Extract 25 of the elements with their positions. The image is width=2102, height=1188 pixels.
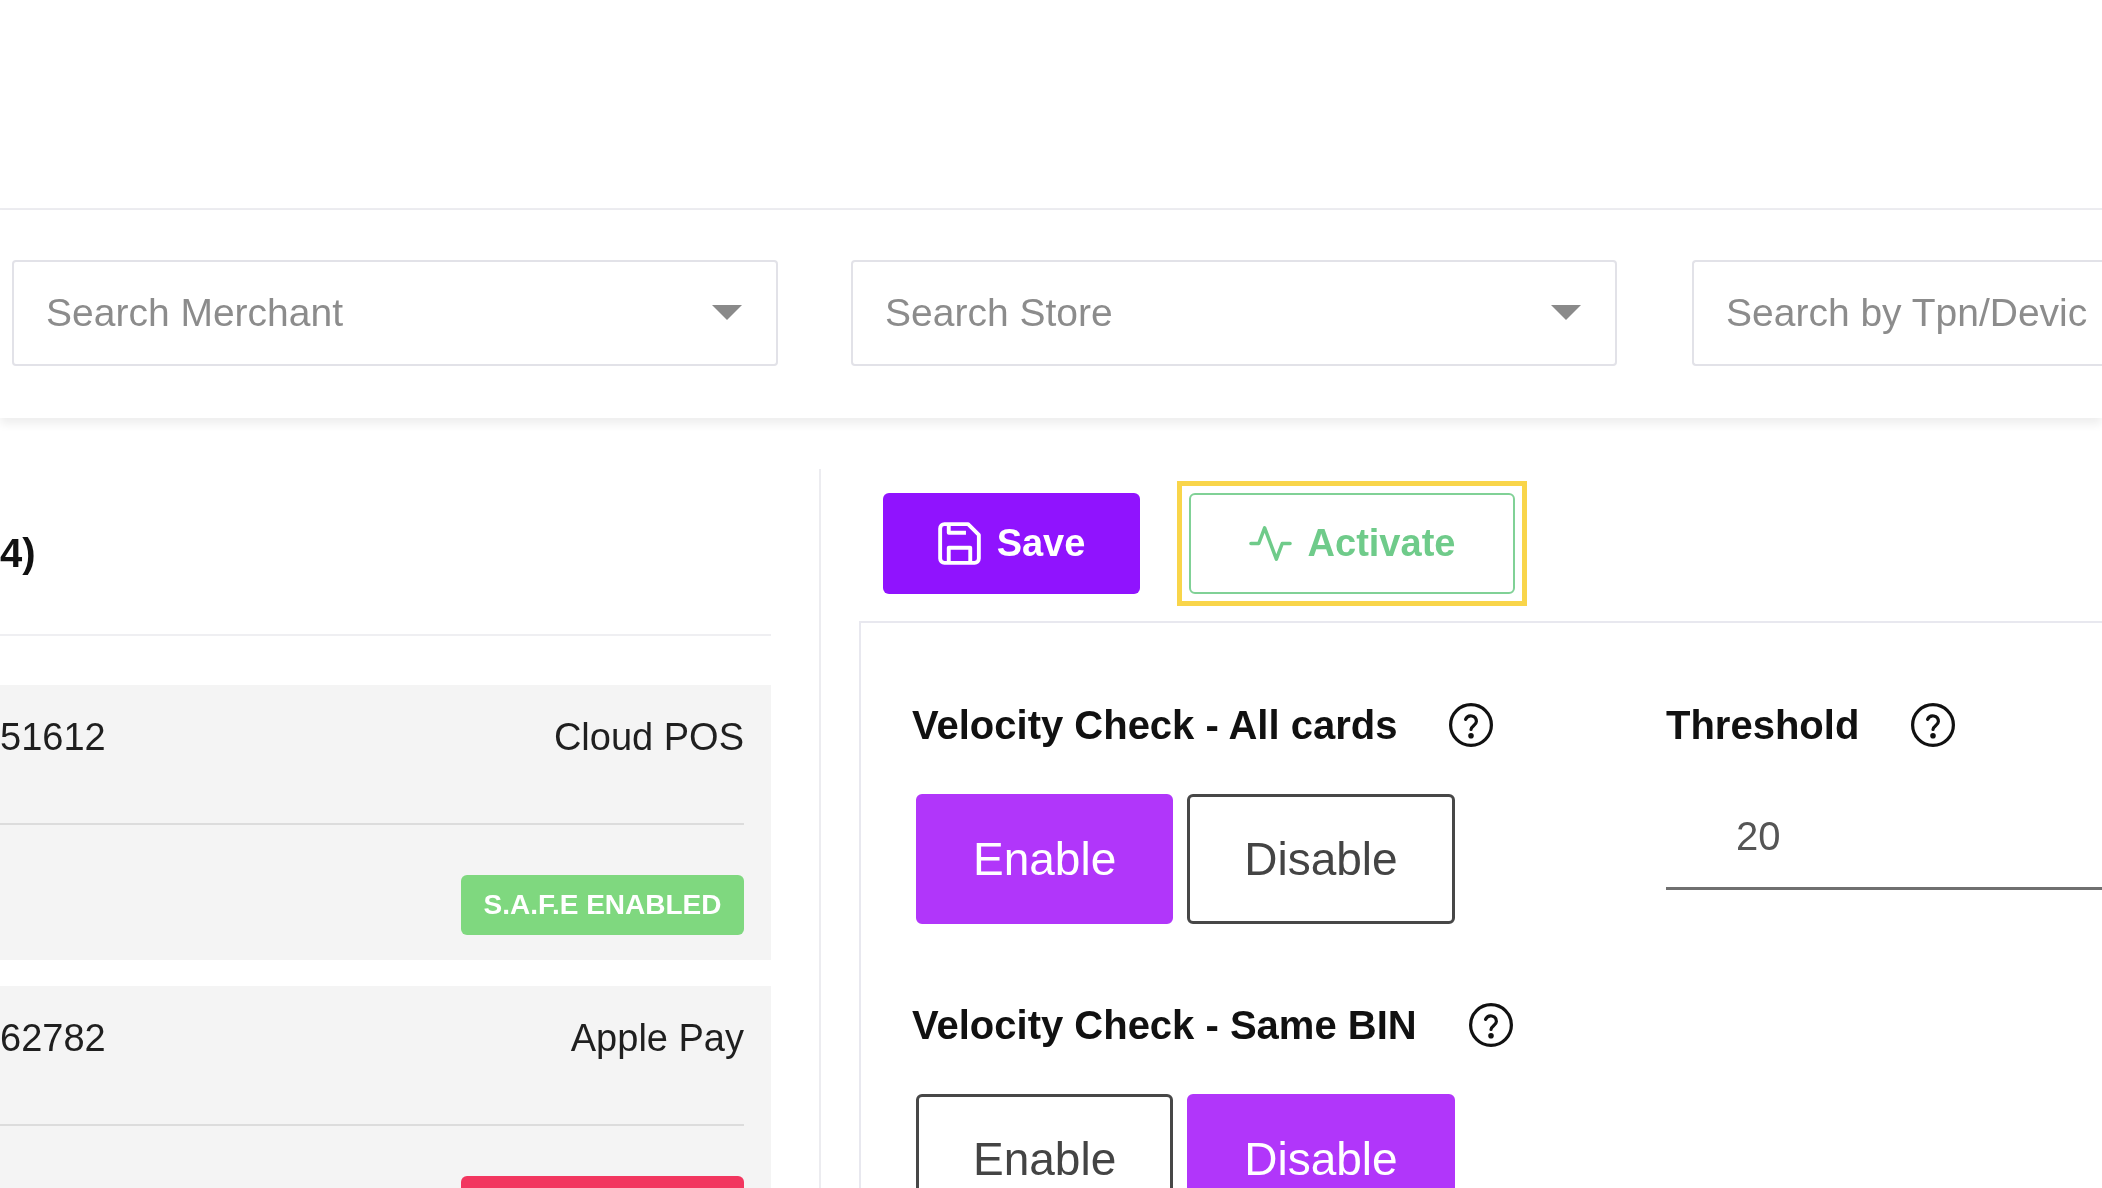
help-icon[interactable] xyxy=(1468,1003,1513,1047)
device-id: 51612 xyxy=(0,715,106,759)
threshold-label: Threshold xyxy=(1666,703,1860,747)
device-id: 62782 xyxy=(0,1016,106,1060)
device-type: Apple Pay xyxy=(570,1016,744,1060)
setting-label: Velocity Check - Same BIN xyxy=(912,1003,1417,1047)
toggle-option-button[interactable]: Disable xyxy=(1187,1094,1455,1188)
caret-icon xyxy=(1551,305,1581,320)
section-heading: 4) xyxy=(0,530,36,577)
device-row[interactable]: 62782 Apple Pay xyxy=(0,986,771,1188)
search-field[interactable]: Search by Tpn/Devic xyxy=(1692,260,2102,366)
search-dropdown[interactable]: Search Store xyxy=(851,260,1617,366)
threshold-input[interactable]: 20 xyxy=(1666,794,2102,890)
setting-label: Velocity Check - All cards xyxy=(912,703,1398,747)
search-dropdown[interactable]: Search Merchant xyxy=(12,260,778,366)
status-badge: S.A.F.E ENABLED xyxy=(461,875,744,935)
caret-icon xyxy=(712,305,742,320)
help-icon[interactable] xyxy=(1449,703,1494,747)
device-type: Cloud POS xyxy=(553,715,744,759)
toggle-option-button[interactable]: Enable xyxy=(916,794,1174,924)
help-icon[interactable] xyxy=(1911,703,1956,747)
device-row[interactable]: 51612 Cloud POS S.A.F.E ENABLED xyxy=(0,685,771,960)
toggle-option-button[interactable]: Disable xyxy=(1187,794,1455,924)
toggle-option-button[interactable]: Enable xyxy=(916,1094,1174,1188)
save-button[interactable]: Save xyxy=(883,493,1140,594)
